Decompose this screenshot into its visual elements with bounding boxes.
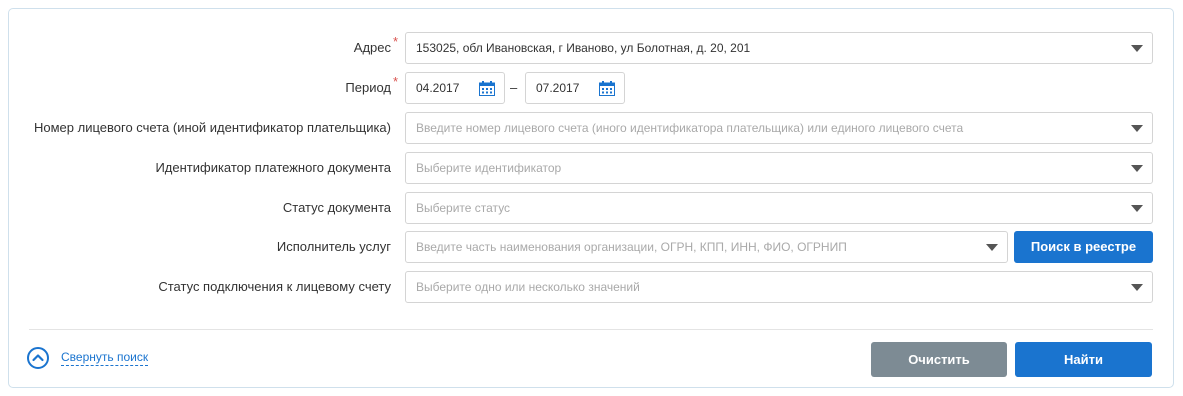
period-to-value: 07.2017 [536,81,580,95]
doc-status-row: Статус документа Выберите статус [9,192,1173,224]
period-label-text: Период [345,80,391,95]
account-number-row: Номер лицевого счета (иной идентификатор… [9,112,1173,144]
doc-status-placeholder: Выберите статус [416,201,511,215]
doc-status-select[interactable]: Выберите статус [405,192,1153,224]
payment-doc-id-row: Идентификатор платежного документа Выбер… [9,152,1173,184]
divider [29,329,1153,330]
clear-button[interactable]: Очистить [871,342,1007,377]
address-row: Адрес * 153025, обл Ивановская, г Иваново… [9,32,1173,64]
collapse-search-label[interactable]: Свернуть поиск [61,350,149,366]
chevron-down-icon[interactable] [1131,45,1143,52]
payment-doc-id-placeholder: Выберите идентификатор [416,161,562,175]
registry-search-button[interactable]: Поиск в реестре [1014,231,1153,263]
service-provider-row: Исполнитель услуг Введите часть наименов… [9,231,1173,263]
address-label: Адрес * [353,32,398,64]
calendar-icon[interactable] [599,81,615,96]
connection-status-label: Статус подключения к лицевому счету [158,279,391,294]
service-provider-placeholder: Введите часть наименования организации, … [416,240,847,254]
period-from-input[interactable]: 04.2017 [405,72,505,104]
required-mark: * [392,34,398,49]
chevron-down-icon[interactable] [1131,165,1143,172]
period-separator: – [510,80,518,95]
period-row: Период * 04.2017 – 07.2017 [9,72,1173,104]
service-provider-select[interactable]: Введите часть наименования организации, … [405,231,1008,263]
account-number-placeholder: Введите номер лицевого счета (иного иден… [416,121,964,135]
payment-doc-id-select[interactable]: Выберите идентификатор [405,152,1153,184]
doc-status-label: Статус документа [282,200,391,215]
search-panel: Адрес * 153025, обл Ивановская, г Иваново… [8,8,1174,388]
find-button[interactable]: Найти [1015,342,1152,377]
chevron-up-circle-icon[interactable] [27,347,49,369]
service-provider-label: Исполнитель услуг [276,239,391,254]
address-value: 153025, обл Ивановская, г Иваново, ул Бо… [416,41,751,55]
calendar-icon[interactable] [479,81,495,96]
chevron-down-icon[interactable] [1131,205,1143,212]
required-mark: * [392,74,398,89]
period-label: Период * [345,72,398,104]
account-number-select[interactable]: Введите номер лицевого счета (иного иден… [405,112,1153,144]
address-select[interactable]: 153025, обл Ивановская, г Иваново, ул Бо… [405,32,1153,64]
chevron-down-icon[interactable] [1131,125,1143,132]
period-from-value: 04.2017 [416,81,460,95]
chevron-down-icon[interactable] [1131,284,1143,291]
chevron-down-icon[interactable] [986,244,998,251]
period-to-input[interactable]: 07.2017 [525,72,625,104]
account-number-label: Номер лицевого счета (иной идентификатор… [34,120,391,135]
connection-status-row: Статус подключения к лицевому счету Выбе… [9,271,1173,303]
payment-doc-id-label: Идентификатор платежного документа [155,160,391,175]
address-label-text: Адрес [353,40,391,55]
connection-status-placeholder: Выберите одно или несколько значений [416,280,640,294]
connection-status-select[interactable]: Выберите одно или несколько значений [405,271,1153,303]
